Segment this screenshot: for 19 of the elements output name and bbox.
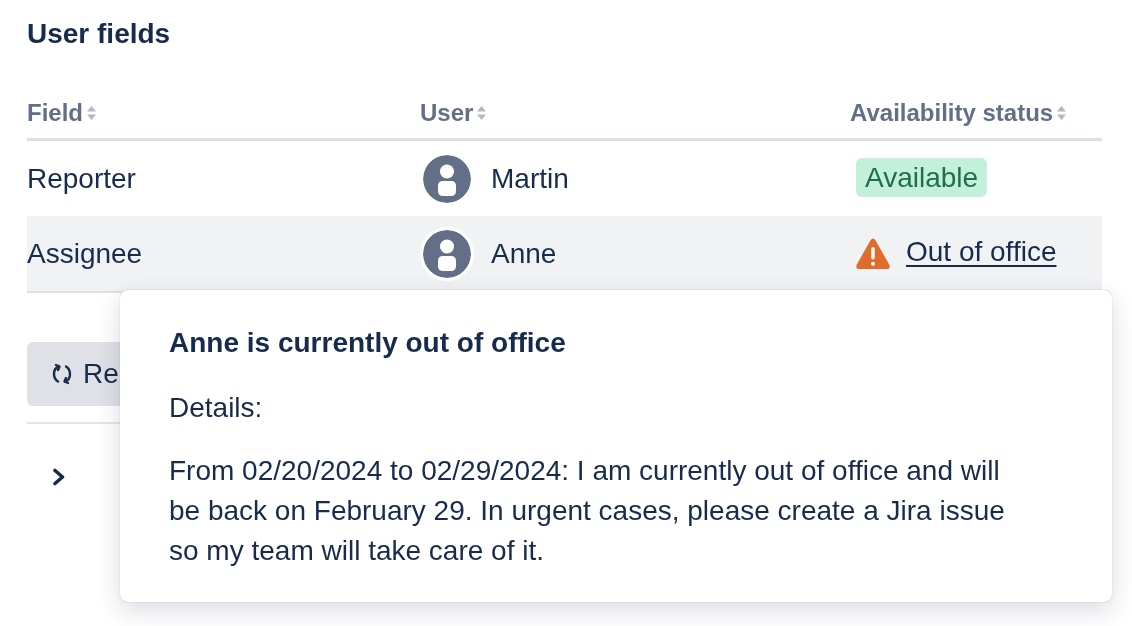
chevron-icon[interactable] xyxy=(52,468,66,486)
user-name: Martin xyxy=(491,161,569,196)
column-header[interactable]: User xyxy=(420,93,488,133)
field-name: Assignee xyxy=(27,236,143,271)
refresh-button[interactable]: Re xyxy=(27,342,120,406)
field-name: Reporter xyxy=(27,161,136,196)
column-header[interactable]: Field xyxy=(27,93,97,133)
details-text: From 02/20/2024 to 02/29/2024: I am currently out of office and will be back on February 29. In urgent cases, please create a Jira issue so my team will take care of it. xyxy=(169,454,1006,568)
section-heading: User fields xyxy=(27,17,171,51)
column-header[interactable]: Availability status xyxy=(850,93,1068,133)
popover-title: Anne is currently out of office xyxy=(169,326,567,360)
warning-icon xyxy=(856,238,890,269)
avatar-icon xyxy=(423,154,471,203)
user-name: Anne xyxy=(491,236,557,271)
refresh-icon xyxy=(50,362,74,386)
status-link[interactable]: Out of office xyxy=(906,232,1057,272)
status-lozenge: Available xyxy=(856,157,988,197)
details-label: Details: xyxy=(169,391,264,425)
avatar-icon xyxy=(423,229,471,278)
